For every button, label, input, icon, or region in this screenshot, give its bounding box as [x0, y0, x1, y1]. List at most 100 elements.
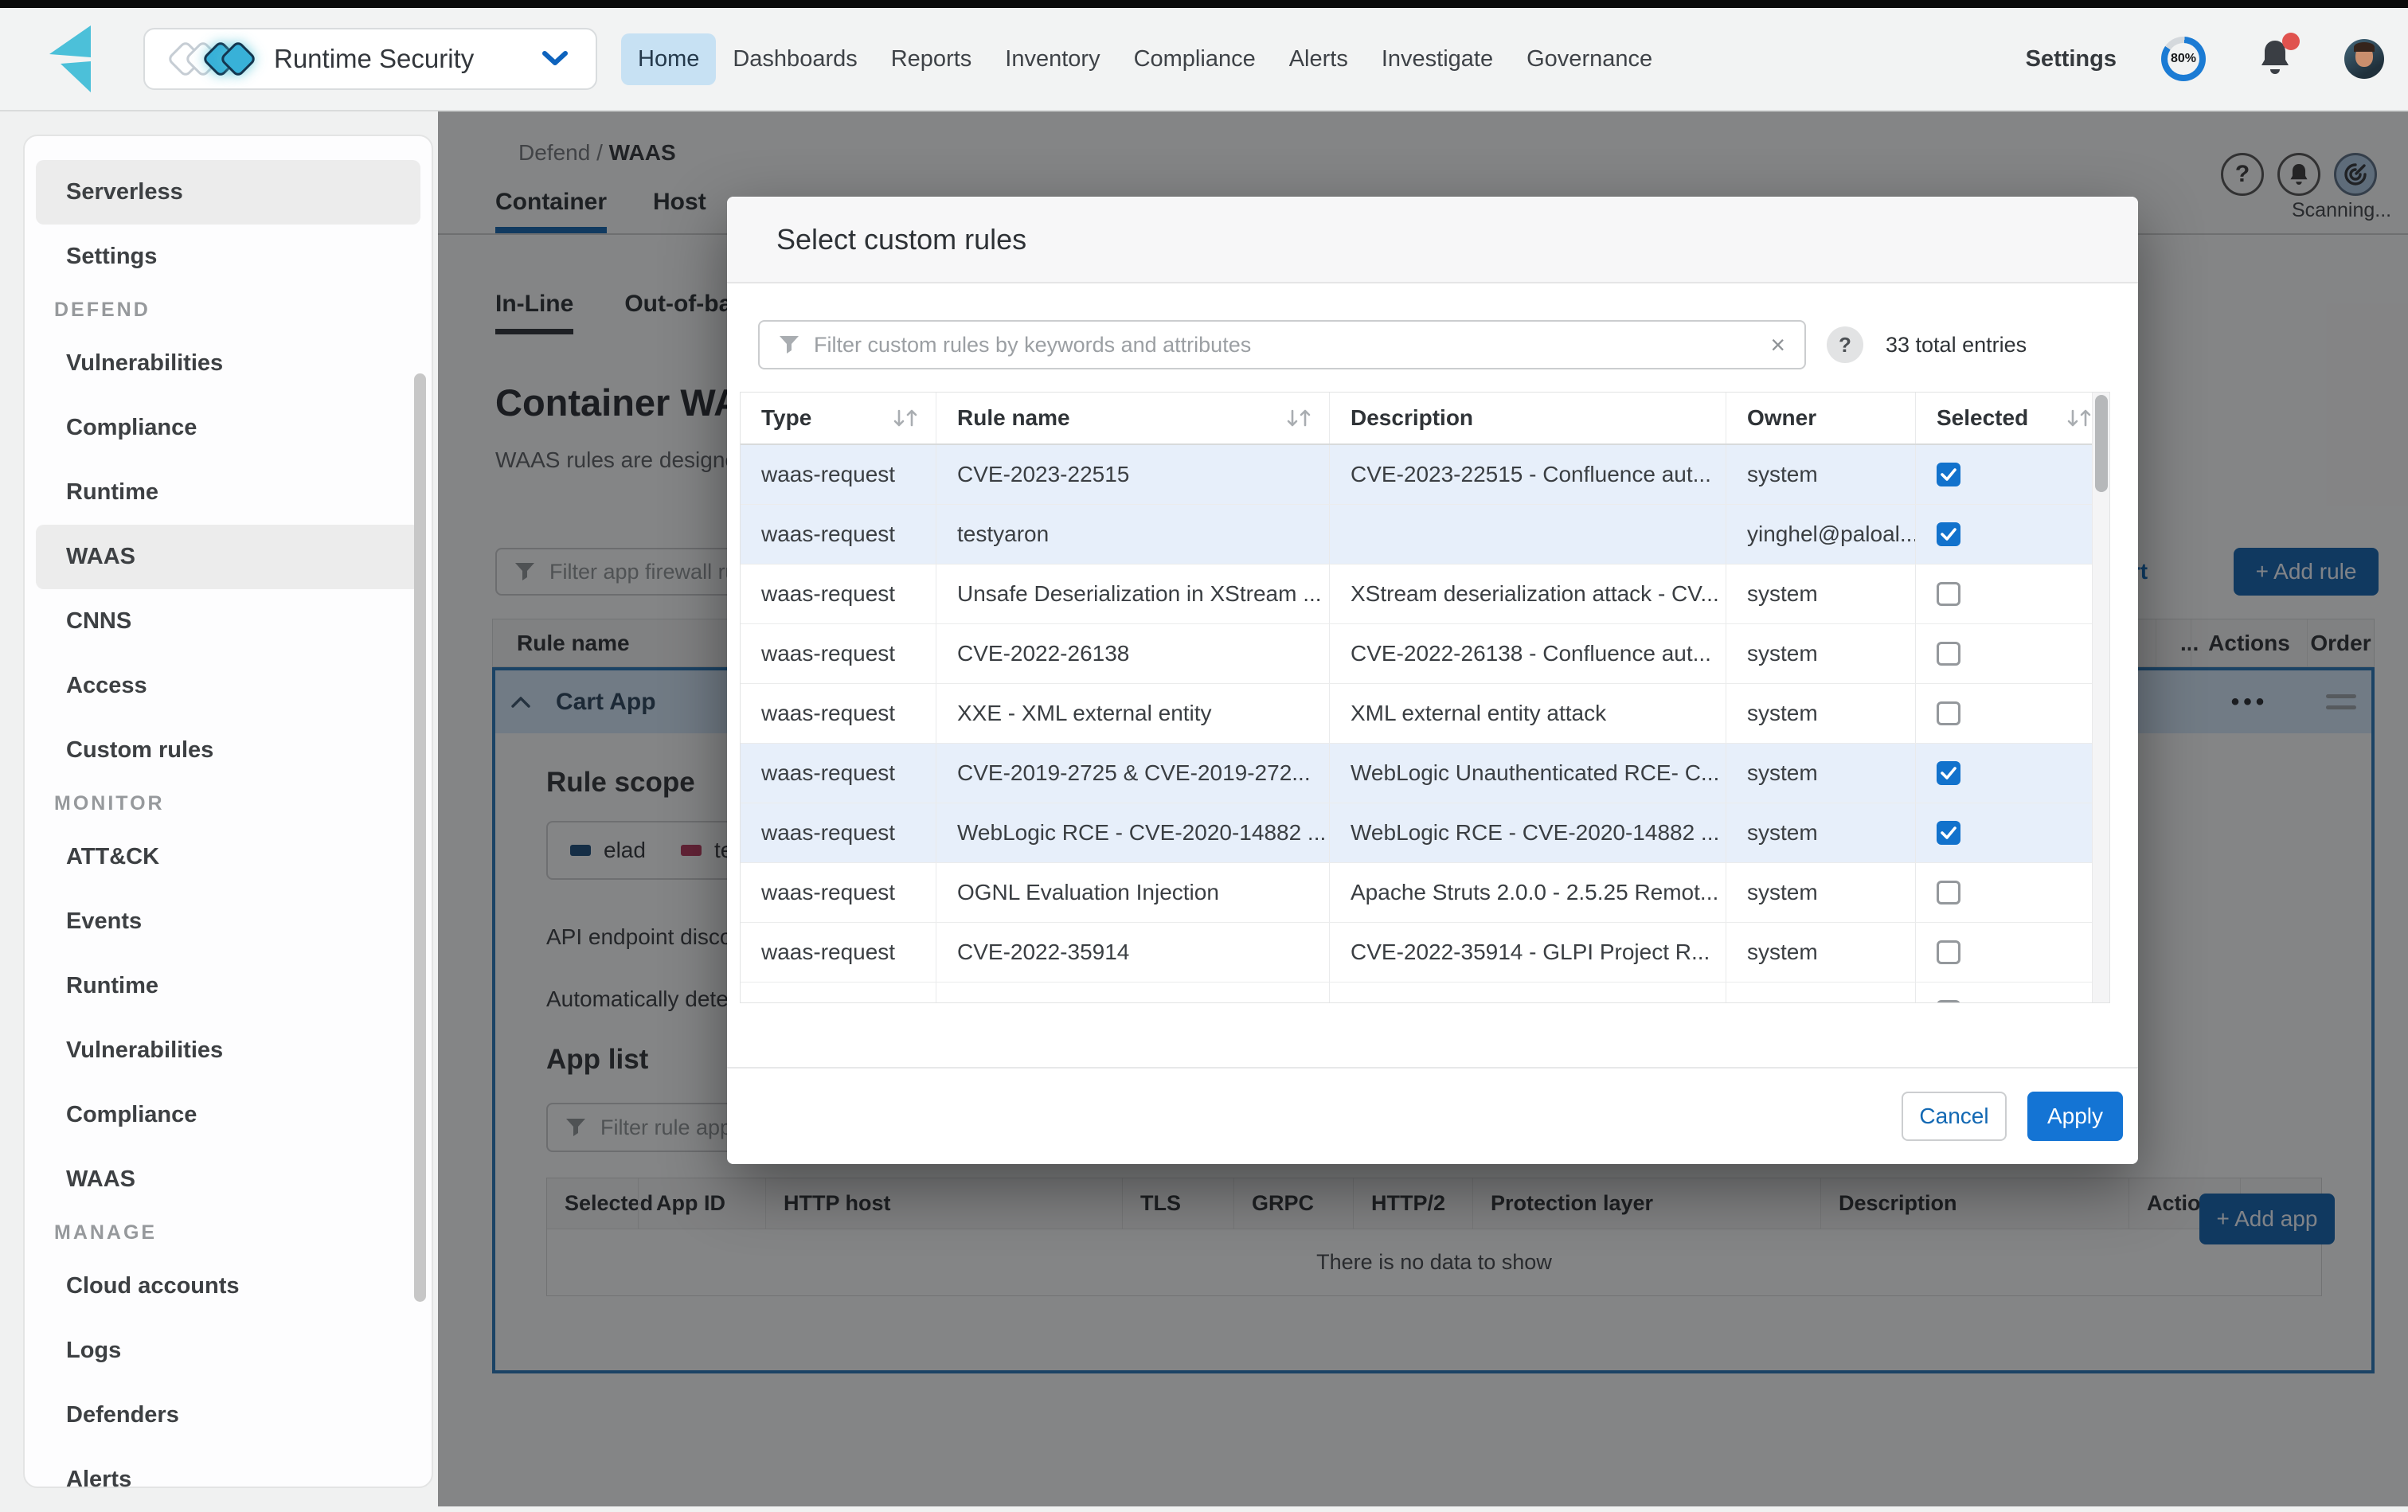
- checkbox-checked[interactable]: [1937, 821, 1960, 845]
- cell-owner: system: [1726, 923, 1915, 982]
- sidebar-item-settings[interactable]: Settings: [36, 225, 420, 289]
- custom-rules-filter-input[interactable]: Filter custom rules by keywords and attr…: [758, 320, 1806, 369]
- cell-type: waas-request: [741, 863, 936, 922]
- cancel-button[interactable]: Cancel: [1902, 1092, 2007, 1141]
- checkbox-unchecked[interactable]: [1937, 881, 1960, 904]
- apply-button[interactable]: Apply: [2027, 1092, 2123, 1141]
- modal-col-label: Owner: [1747, 405, 1816, 431]
- nav-item-compliance[interactable]: Compliance: [1117, 33, 1272, 85]
- checkbox-unchecked[interactable]: [1937, 642, 1960, 666]
- sidebar-item-serverless[interactable]: Serverless: [36, 160, 420, 225]
- checkbox-unchecked[interactable]: [1937, 701, 1960, 725]
- sidebar-item-defenders[interactable]: Defenders: [36, 1383, 420, 1448]
- custom-rule-row[interactable]: waas-requestOGNL Evaluation InjectionApa…: [741, 863, 2109, 923]
- nav-item-home[interactable]: Home: [621, 33, 716, 85]
- sidebar-item-cnns[interactable]: CNNS: [36, 589, 420, 654]
- user-avatar[interactable]: [2344, 39, 2384, 79]
- top-navbar: Runtime Security HomeDashboardsReportsIn…: [0, 8, 2408, 111]
- cell-description: XStream deserialization attack - CV...: [1329, 565, 1726, 623]
- sidebar-item-vulnerabilities[interactable]: Vulnerabilities: [36, 331, 420, 396]
- custom-rule-row[interactable]: [741, 983, 2109, 1003]
- cell-selected: [1915, 565, 2109, 623]
- credits-usage-ring[interactable]: 80%: [2161, 37, 2206, 81]
- custom-rule-row[interactable]: waas-requestUnsafe Deserialization in XS…: [741, 565, 2109, 624]
- checkbox-unchecked[interactable]: [1937, 1000, 1960, 1003]
- funnel-icon: [779, 335, 799, 354]
- sidebar-section-manage: MANAGE: [36, 1212, 420, 1254]
- check-icon: [1941, 528, 1956, 541]
- custom-rules-table: Type Rule nameDescription Owner Selected wa…: [740, 392, 2110, 1003]
- sidebar-item-events[interactable]: Events: [36, 889, 420, 954]
- modal-col-label: Type: [761, 405, 811, 431]
- sidebar-scrollbar[interactable]: [414, 373, 426, 1302]
- cell-description: XML external entity attack: [1329, 684, 1726, 743]
- sidebar-item-runtime[interactable]: Runtime: [36, 460, 420, 525]
- nav-item-investigate[interactable]: Investigate: [1365, 33, 1510, 85]
- nav-item-inventory[interactable]: Inventory: [988, 33, 1116, 85]
- sidebar-item-alerts[interactable]: Alerts: [36, 1448, 420, 1512]
- module-switcher[interactable]: Runtime Security: [143, 28, 597, 90]
- modal-col-type: Type: [741, 393, 936, 443]
- cell-type: waas-request: [741, 505, 936, 564]
- settings-link[interactable]: Settings: [2026, 46, 2117, 72]
- sort-icon[interactable]: [893, 406, 920, 430]
- checkbox-checked[interactable]: [1937, 463, 1960, 486]
- cell-type: waas-request: [741, 565, 936, 623]
- primary-nav: HomeDashboardsReportsInventoryCompliance…: [621, 33, 1669, 85]
- sidebar-item-runtime[interactable]: Runtime: [36, 954, 420, 1018]
- checkbox-checked[interactable]: [1937, 522, 1960, 546]
- custom-rule-row[interactable]: waas-requestXXE - XML external entityXML…: [741, 684, 2109, 744]
- sidebar-item-vulnerabilities[interactable]: Vulnerabilities: [36, 1018, 420, 1083]
- cell-owner: system: [1726, 565, 1915, 623]
- sidebar-item-access[interactable]: Access: [36, 654, 420, 718]
- clear-filter-icon[interactable]: ×: [1770, 330, 1785, 360]
- cell-rule-name: CVE-2019-2725 & CVE-2019-272...: [936, 744, 1329, 803]
- cell-selected: [1915, 624, 2109, 683]
- cell-selected: [1915, 803, 2109, 862]
- modal-title: Select custom rules: [727, 197, 2138, 283]
- sort-icon[interactable]: [2066, 406, 2093, 430]
- sidebar-item-att-ck[interactable]: ATT&CK: [36, 825, 420, 889]
- sidebar-item-logs[interactable]: Logs: [36, 1319, 420, 1383]
- cell-owner: yinghel@paloal...: [1726, 505, 1915, 564]
- modal-col-description: Description: [1329, 393, 1726, 443]
- custom-rule-row[interactable]: waas-requestCVE-2022-26138CVE-2022-26138…: [741, 624, 2109, 684]
- modal-col-rule-name: Rule name: [936, 393, 1329, 443]
- table-scrollbar[interactable]: [2092, 393, 2109, 1003]
- cell-rule-name: Unsafe Deserialization in XStream ...: [936, 565, 1329, 623]
- cell-selected: [1915, 445, 2109, 504]
- checkbox-unchecked[interactable]: [1937, 940, 1960, 964]
- filter-help-button[interactable]: ?: [1827, 326, 1863, 363]
- custom-rule-row[interactable]: waas-requestWebLogic RCE - CVE-2020-1488…: [741, 803, 2109, 863]
- checkbox-checked[interactable]: [1937, 761, 1960, 785]
- cell-owner: system: [1726, 803, 1915, 862]
- checkbox-unchecked[interactable]: [1937, 582, 1960, 606]
- modal-col-label: Selected: [1937, 405, 2028, 431]
- sidebar-item-cloud-accounts[interactable]: Cloud accounts: [36, 1254, 420, 1319]
- custom-rule-row[interactable]: waas-requestCVE-2022-35914CVE-2022-35914…: [741, 923, 2109, 983]
- nav-item-governance[interactable]: Governance: [1510, 33, 1669, 85]
- cell-owner: system: [1726, 863, 1915, 922]
- cell-description: CVE-2022-26138 - Confluence aut...: [1329, 624, 1726, 683]
- cell-description: WebLogic Unauthenticated RCE- C...: [1329, 744, 1726, 803]
- custom-rule-row[interactable]: waas-requestCVE-2019-2725 & CVE-2019-272…: [741, 744, 2109, 803]
- custom-rule-row[interactable]: waas-requestCVE-2023-22515CVE-2023-22515…: [741, 445, 2109, 505]
- sidebar-item-compliance[interactable]: Compliance: [36, 1083, 420, 1147]
- nav-item-alerts[interactable]: Alerts: [1272, 33, 1365, 85]
- sidebar-item-custom-rules[interactable]: Custom rules: [36, 718, 420, 783]
- cell-rule-name: CVE-2023-22515: [936, 445, 1329, 504]
- nav-item-reports[interactable]: Reports: [874, 33, 989, 85]
- modal-col-owner: Owner: [1726, 393, 1915, 443]
- prisma-logo-icon: [45, 22, 107, 96]
- nav-item-dashboards[interactable]: Dashboards: [716, 33, 874, 85]
- cell-owner: system: [1726, 624, 1915, 683]
- sidebar-item-waas[interactable]: WAAS: [36, 1147, 420, 1212]
- cell-type: waas-request: [741, 744, 936, 803]
- custom-rule-row[interactable]: waas-requesttestyaronyinghel@paloal...: [741, 505, 2109, 565]
- scrollbar-thumb[interactable]: [2095, 395, 2108, 492]
- notifications-button[interactable]: [2258, 39, 2292, 80]
- sidebar-item-compliance[interactable]: Compliance: [36, 396, 420, 460]
- cell-selected: [1915, 863, 2109, 922]
- sort-icon[interactable]: [1286, 406, 1313, 430]
- sidebar-item-waas[interactable]: WAAS: [36, 525, 420, 589]
